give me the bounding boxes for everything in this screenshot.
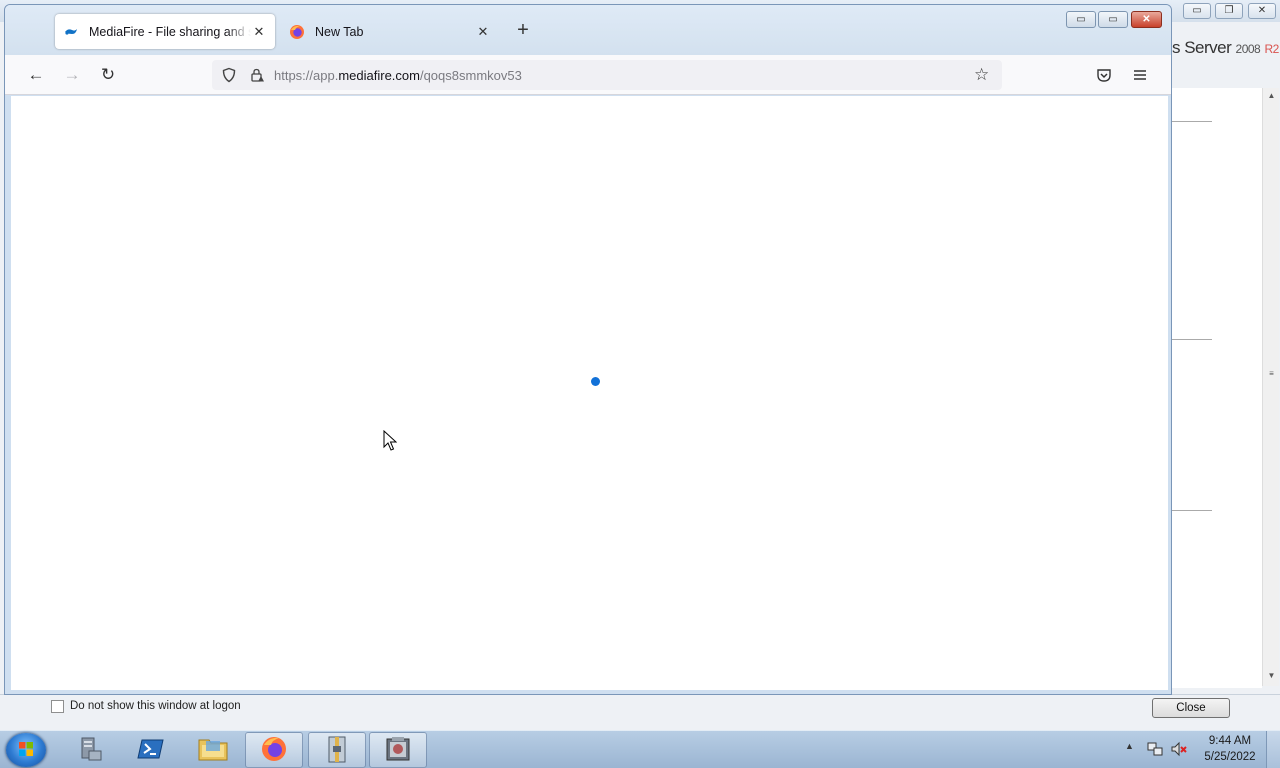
- volume-muted-icon[interactable]: [1170, 740, 1188, 758]
- back-button[interactable]: ←: [24, 63, 48, 87]
- url-bar[interactable]: https://app.mediafire.com/qoqs8smmkov53 …: [212, 60, 1002, 90]
- mouse-pointer-icon: [383, 429, 398, 452]
- brand-server-text: s Server: [1172, 38, 1232, 57]
- url-prefix: https://app.: [274, 68, 339, 83]
- archive-icon: [325, 734, 349, 767]
- tab-new-tab[interactable]: New Tab ✕: [281, 14, 499, 49]
- url-path: /qoqs8smmkov53: [419, 68, 522, 83]
- lock-warning-icon[interactable]: [249, 67, 265, 83]
- show-desktop-button[interactable]: [1266, 731, 1280, 768]
- bookmark-star-icon[interactable]: ☆: [974, 65, 989, 85]
- bg-minimize-button[interactable]: ▭: [1183, 3, 1211, 19]
- taskbar-powershell[interactable]: [122, 732, 180, 768]
- tab-title: MediaFire - File sharing and storage: [89, 24, 251, 39]
- server-manager-icon: [74, 734, 104, 767]
- folder-icon: [197, 735, 229, 766]
- firefox-icon: [260, 735, 288, 766]
- scroll-down-arrow-icon[interactable]: ▼: [1263, 668, 1280, 684]
- new-tab-button[interactable]: +: [512, 20, 534, 42]
- show-hidden-icons-icon[interactable]: ▲: [1125, 741, 1134, 751]
- close-tab-icon[interactable]: ✕: [475, 24, 491, 40]
- mediafire-icon: [63, 24, 79, 40]
- windows-server-brand: s Server 2008 R2: [1172, 38, 1279, 58]
- tab-title: New Tab: [315, 24, 364, 39]
- taskbar-file-explorer[interactable]: [184, 732, 242, 768]
- bg-restore-button[interactable]: ❐: [1215, 3, 1243, 19]
- brand-release: R2: [1264, 42, 1279, 56]
- server-manager-content: [1172, 88, 1262, 688]
- scroll-grip-icon[interactable]: ≡: [1263, 366, 1280, 382]
- url-domain: mediafire.com: [338, 68, 420, 83]
- reload-button[interactable]: ↻: [96, 63, 120, 87]
- window-close-button[interactable]: ✕: [1131, 11, 1162, 28]
- close-button[interactable]: Close: [1152, 698, 1230, 718]
- maximize-button[interactable]: ▭: [1098, 11, 1128, 28]
- loading-spinner-icon: [591, 377, 600, 386]
- divider: [1172, 510, 1212, 511]
- start-button[interactable]: [6, 733, 46, 767]
- divider: [1172, 339, 1212, 340]
- disk-tool-icon: [384, 735, 412, 766]
- divider: [1172, 121, 1212, 122]
- logon-checkbox[interactable]: [51, 700, 64, 713]
- taskbar-server-manager[interactable]: [60, 732, 118, 768]
- bg-close-button[interactable]: ✕: [1248, 3, 1276, 19]
- tab-mediafire[interactable]: MediaFire - File sharing and storage ✕: [55, 14, 275, 49]
- firefox-window: MediaFire - File sharing and storage ✕ N…: [4, 4, 1172, 695]
- hamburger-menu-icon[interactable]: [1132, 67, 1148, 83]
- pocket-icon[interactable]: [1096, 67, 1112, 83]
- taskbar: ▲ 9:44 AM 5/25/2022: [0, 730, 1280, 768]
- taskbar-archive-tool[interactable]: [308, 732, 366, 768]
- scroll-up-arrow-icon[interactable]: ▲: [1263, 88, 1280, 104]
- minimize-button[interactable]: ▭: [1066, 11, 1096, 28]
- clock-time[interactable]: 9:44 AM: [1195, 735, 1265, 747]
- taskbar-firefox[interactable]: [245, 732, 303, 768]
- network-icon[interactable]: [1146, 740, 1164, 758]
- firefox-icon: [289, 24, 305, 40]
- close-tab-icon[interactable]: ✕: [251, 24, 267, 40]
- powershell-icon: [137, 737, 165, 764]
- clock-date[interactable]: 5/25/2022: [1195, 751, 1265, 763]
- tab-bar: MediaFire - File sharing and storage ✕ N…: [5, 5, 1171, 55]
- vertical-scrollbar[interactable]: ▲ ≡ ▼: [1262, 88, 1279, 686]
- page-content: [11, 96, 1168, 690]
- navigation-toolbar: ← → ↻ https://app.mediafire.com/qoqs8smm…: [5, 55, 1171, 95]
- tracking-shield-icon[interactable]: [221, 67, 237, 83]
- url-text[interactable]: https://app.mediafire.com/qoqs8smmkov53: [274, 68, 522, 83]
- logon-checkbox-label: Do not show this window at logon: [70, 700, 241, 712]
- windows-logo-icon: [18, 741, 34, 757]
- brand-year: 2008: [1235, 42, 1261, 56]
- taskbar-disk-tool[interactable]: [369, 732, 427, 768]
- forward-button[interactable]: →: [60, 63, 84, 87]
